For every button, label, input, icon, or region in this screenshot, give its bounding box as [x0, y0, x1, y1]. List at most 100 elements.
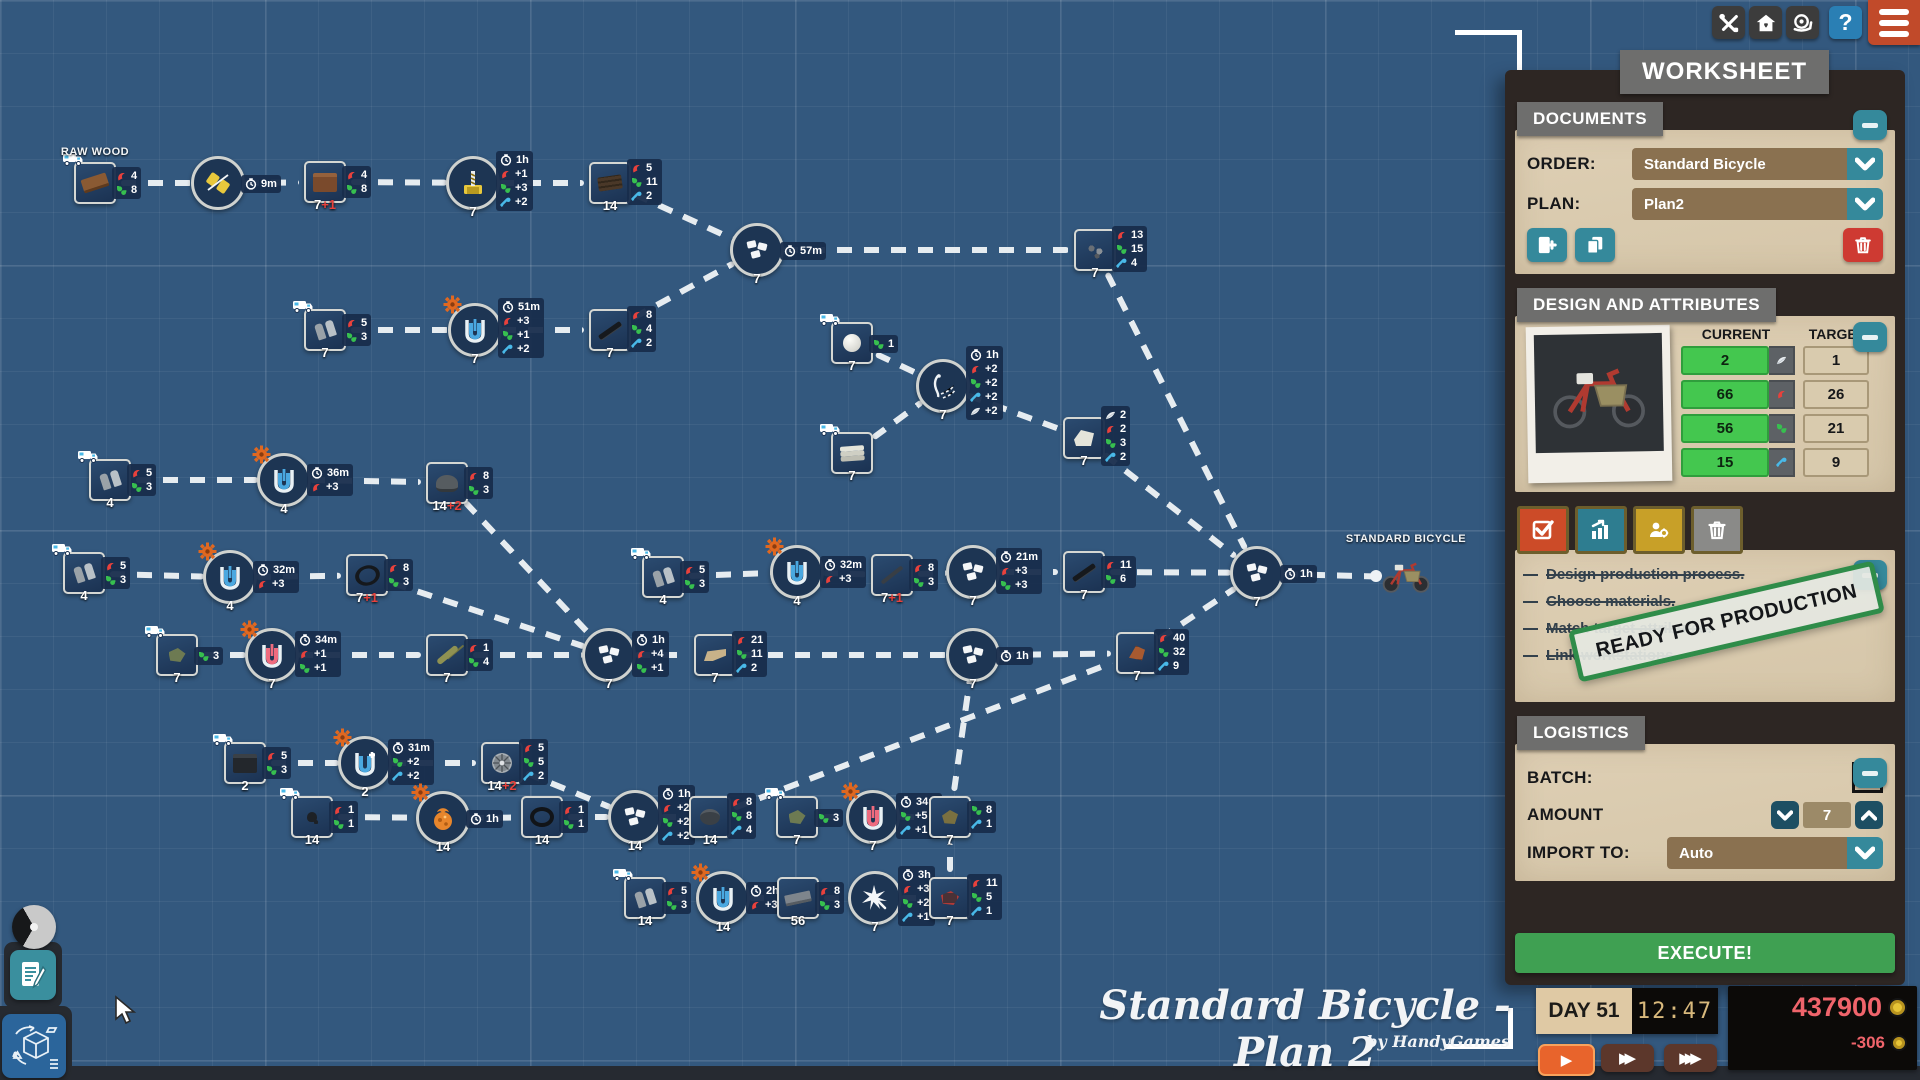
node-badges: 32m +3 [253, 561, 300, 593]
worksheet-panel: WORKSHEET DOCUMENTS ORDER: Standard Bicy… [1505, 50, 1905, 985]
trash-icon [1855, 237, 1871, 254]
documents-minimize-button[interactable] [1853, 110, 1887, 140]
execute-button[interactable]: EXECUTE! [1515, 933, 1895, 973]
node-count: 7 [753, 271, 761, 286]
worksheet-toggle-button[interactable] [10, 950, 56, 1000]
node-sewing-machine[interactable] [916, 359, 970, 413]
red-badge: 11 [1105, 558, 1132, 572]
green-badge: +2 [662, 815, 691, 829]
mechanics-attribute-icon [1769, 414, 1795, 443]
node-saw-machine[interactable] [191, 156, 245, 210]
red-badge: +1 [299, 647, 337, 661]
node-polisher[interactable] [848, 871, 902, 925]
node-badges: 83 [815, 882, 845, 914]
red-badge: +3 [257, 577, 295, 591]
green-badge: 11 [736, 647, 763, 661]
timer-badge: 1h [470, 812, 499, 826]
design-minimize-button[interactable] [1853, 322, 1887, 352]
node-vise-blue[interactable] [443, 295, 502, 357]
node-assembly-hub[interactable] [608, 790, 662, 844]
green-badge: 11 [631, 175, 658, 189]
new-plan-button[interactable] [1527, 228, 1567, 262]
import-truck-icon [279, 786, 301, 806]
view-3d-toggle-button[interactable] [2, 1014, 66, 1078]
feather-badge: 2 [1105, 408, 1126, 422]
amount-increase-button[interactable] [1855, 801, 1883, 829]
node-assembly-hub[interactable] [582, 628, 636, 682]
order-dropdown-chevron[interactable] [1847, 148, 1883, 180]
menu-button[interactable] [1868, 0, 1920, 45]
tab-statistics[interactable] [1575, 506, 1627, 554]
node-badges: 14 [464, 639, 494, 671]
timer-badge: 1h [636, 633, 665, 647]
red-badge: 4 [116, 169, 137, 183]
green-badge: 3 [684, 577, 705, 591]
node-vise-pink[interactable] [841, 782, 900, 844]
tab-discard[interactable] [1691, 506, 1743, 554]
blue-badge: +2 [392, 769, 430, 783]
green-badge: 5 [523, 755, 544, 769]
node-furnace[interactable] [411, 783, 470, 845]
node-vise-blue[interactable] [252, 445, 311, 507]
order-dropdown[interactable]: Standard Bicycle [1632, 148, 1847, 180]
node-badges: 48 [342, 166, 372, 198]
node-wood-log[interactable] [63, 154, 116, 204]
play-speed-3-button[interactable]: ▶▶▶ [1664, 1044, 1717, 1072]
chevron-down-icon [1855, 157, 1875, 171]
node-assembly-hub[interactable] [946, 545, 1000, 599]
flow-connection [741, 652, 947, 658]
plan-dropdown-chevron[interactable] [1847, 188, 1883, 220]
node-assembly-hub[interactable] [946, 628, 1000, 682]
workstation-gear-icon [240, 620, 259, 644]
red-badge: 8 [388, 561, 409, 575]
node-assembly-hub[interactable] [1230, 546, 1284, 600]
node-drill-press[interactable] [446, 156, 500, 210]
node-vise-blue[interactable] [198, 542, 257, 604]
node-count: 7 [848, 468, 856, 483]
node-vise-plus[interactable] [333, 728, 392, 790]
node-count: 7 [969, 676, 977, 691]
tab-worker-settings[interactable] [1633, 506, 1685, 554]
tools-button[interactable] [1712, 6, 1745, 39]
help-button[interactable]: ? [1829, 6, 1862, 39]
plan-dropdown[interactable]: Plan2 [1632, 188, 1847, 220]
red-badge: 5 [266, 749, 287, 763]
red-badge: +2 [970, 362, 999, 376]
node-label: RAW WOOD [60, 146, 130, 158]
play-speed-1-button[interactable]: ▶ [1538, 1044, 1595, 1076]
node-count: 14 [304, 832, 320, 847]
attribute-row: 2 1 [1681, 346, 1883, 375]
amount-value[interactable]: 7 [1803, 802, 1851, 828]
node-badges: 1h +4 +1 [632, 631, 669, 677]
import-dropdown-chevron[interactable] [1847, 837, 1883, 869]
tab-checklist[interactable] [1517, 506, 1569, 554]
logistics-minimize-button[interactable] [1853, 758, 1887, 788]
red-badge: 5 [346, 316, 367, 330]
home-button[interactable] [1749, 6, 1782, 39]
copy-plan-button[interactable] [1575, 228, 1615, 262]
flow-connection [950, 680, 973, 792]
node-assembly-hub[interactable] [730, 223, 784, 277]
flow-connection [947, 843, 953, 872]
minus-icon [1862, 770, 1878, 776]
play-speed-2-button[interactable]: ▶▶ [1601, 1044, 1654, 1072]
day-progress-clock-icon[interactable] [12, 905, 56, 949]
current-column-header: CURRENT [1701, 326, 1771, 342]
node-vise-blue[interactable] [765, 537, 824, 599]
node-count: 7 [268, 676, 276, 691]
delete-plan-button[interactable] [1843, 228, 1883, 262]
amount-decrease-button[interactable] [1771, 801, 1799, 829]
node-vise-blue[interactable] [691, 863, 750, 925]
import-truck-icon [630, 546, 652, 566]
import-to-dropdown[interactable]: Auto [1667, 837, 1847, 869]
snail-button[interactable] [1786, 6, 1819, 39]
node-vise-pink[interactable] [240, 620, 299, 682]
node-badges: 53 [101, 557, 131, 589]
import-truck-icon [51, 542, 73, 562]
workstation-gear-icon [443, 295, 462, 319]
minus-icon [1862, 334, 1878, 340]
timer-badge: 31m [392, 741, 430, 755]
utility-attribute-icon [1769, 448, 1795, 477]
workstation-gear-icon [841, 782, 860, 806]
output-product-bicycle[interactable] [1378, 555, 1434, 600]
